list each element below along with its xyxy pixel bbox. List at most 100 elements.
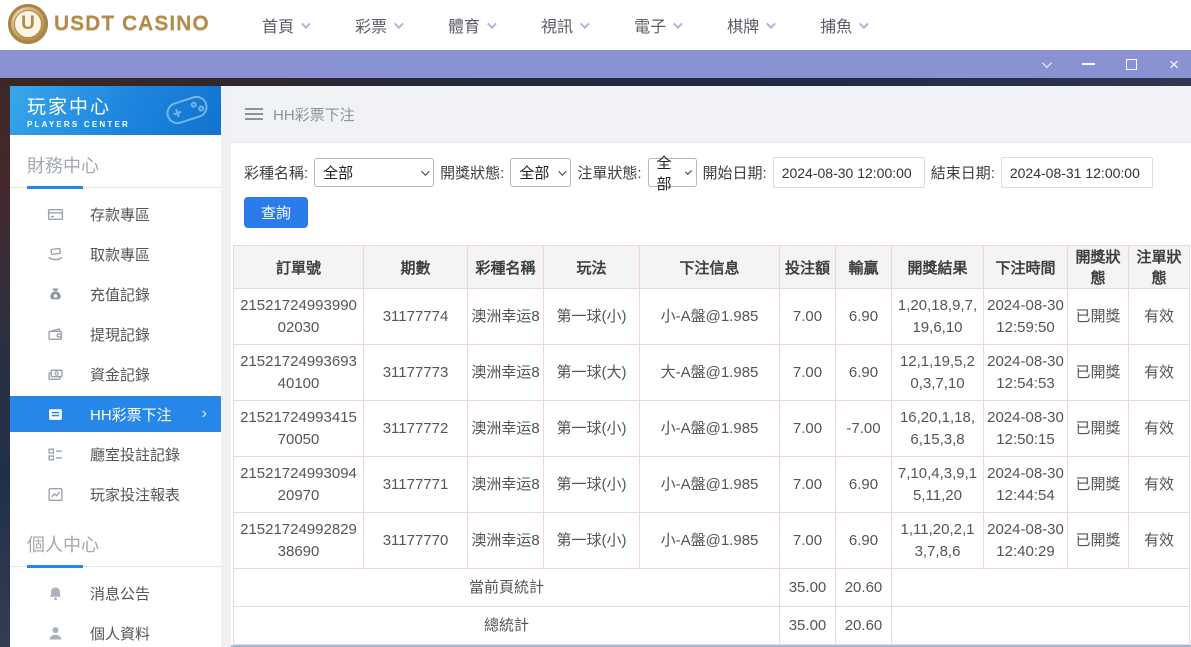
cell-winloss: 6.90 xyxy=(836,345,892,401)
lottery-name-select[interactable]: 全部 xyxy=(314,158,434,187)
nav-item-slots[interactable]: 電子 xyxy=(634,13,680,37)
cell-order-status: 有效 xyxy=(1129,345,1190,401)
cell-play-type: 第一球(小) xyxy=(544,457,640,513)
list-icon xyxy=(46,406,64,423)
cell-draw-result: 1,11,20,2,13,7,8,6 xyxy=(892,513,984,569)
cell-bet-amount: 7.00 xyxy=(780,457,836,513)
chevron-down-icon xyxy=(421,167,429,175)
logo[interactable]: U USDT CASINO xyxy=(8,4,210,44)
page-stats-row: 當前頁統計 35.00 20.60 xyxy=(234,569,1190,607)
cell-draw-status: 已開獎 xyxy=(1068,513,1129,569)
cell-order-status: 有效 xyxy=(1129,401,1190,457)
cell-period: 31177773 xyxy=(364,345,468,401)
cell-lottery-name: 澳洲幸运8 xyxy=(468,401,544,457)
col-play-type: 玩法 xyxy=(544,246,640,289)
window-close-button[interactable]: × xyxy=(1163,53,1185,75)
sidebar-item-deposit[interactable]: 存款專區 xyxy=(10,194,221,234)
query-button[interactable]: 查詢 xyxy=(244,197,308,228)
cell-bet-time: 2024-08-30 12:50:15 xyxy=(984,401,1068,457)
sidebar-item-withdrawal-records[interactable]: 提現記錄 xyxy=(10,314,221,354)
start-date-input[interactable]: 2024-08-30 12:00:00 xyxy=(773,157,925,188)
table-header-row: 訂單號 期數 彩種名稱 玩法 下注信息 投注額 輸贏 開獎結果 下注時間 開獎狀… xyxy=(234,246,1190,289)
sidebar-item-fund-records[interactable]: 資金記錄 xyxy=(10,354,221,394)
cell-bet-time: 2024-08-30 12:44:54 xyxy=(984,457,1068,513)
cell-play-type: 第一球(小) xyxy=(544,401,640,457)
col-bet-amount: 投注額 xyxy=(780,246,836,289)
sidebar-item-profile[interactable]: 個人資料 xyxy=(10,613,221,647)
background-image-strip xyxy=(0,78,1191,86)
total-stats-row: 總統計 35.00 20.60 xyxy=(234,607,1190,645)
page-stats-empty xyxy=(892,569,1190,607)
nav-item-home[interactable]: 首頁 xyxy=(262,13,308,37)
table-row: 2152172499282938690 31177770 澳洲幸运8 第一球(小… xyxy=(234,513,1190,569)
main-content: HH彩票下注 彩種名稱: 全部 開獎狀態: 全部 注單狀態: xyxy=(231,86,1191,647)
nav-label: 體育 xyxy=(448,13,480,37)
col-draw-result: 開獎結果 xyxy=(892,246,984,289)
section-divider xyxy=(10,187,221,188)
page-stats-label: 當前頁統計 xyxy=(234,569,780,607)
minimize-icon xyxy=(1082,63,1095,65)
order-status-value: 全部 xyxy=(657,152,678,194)
cell-order-status: 有效 xyxy=(1129,289,1190,345)
cell-draw-status: 已開獎 xyxy=(1068,289,1129,345)
col-winloss: 輸贏 xyxy=(836,246,892,289)
banknotes-icon xyxy=(46,366,64,383)
nav-item-video[interactable]: 視訊 xyxy=(541,13,587,37)
sidebar-item-label: 取款專區 xyxy=(90,244,150,265)
sidebar-item-messages[interactable]: 消息公告 xyxy=(10,573,221,613)
sidebar-header: 玩家中心 PLAYERS CENTER xyxy=(10,86,221,135)
sidebar-item-label: 存款專區 xyxy=(90,204,150,225)
chevron-right-icon: › xyxy=(202,405,207,423)
cell-period: 31177772 xyxy=(364,401,468,457)
cell-winloss: 6.90 xyxy=(836,289,892,345)
sidebar-item-label: 玩家投注報表 xyxy=(90,484,180,505)
col-order-id: 訂單號 xyxy=(234,246,364,289)
cell-bet-info: 小-A盤@1.985 xyxy=(640,513,780,569)
draw-status-select[interactable]: 全部 xyxy=(510,158,571,187)
cell-draw-result: 16,20,1,18,6,15,3,8 xyxy=(892,401,984,457)
nav-label: 視訊 xyxy=(541,13,573,37)
sidebar-section-finance: 財務中心 xyxy=(10,135,221,187)
nav-label: 捕魚 xyxy=(820,13,852,37)
sidebar-item-withdraw[interactable]: 取款專區 xyxy=(10,234,221,274)
sidebar-item-player-bet-report[interactable]: 玩家投注報表 xyxy=(10,474,221,514)
total-stats-winloss: 20.60 xyxy=(836,607,892,645)
cell-play-type: 第一球(大) xyxy=(544,345,640,401)
window-minimize-button[interactable] xyxy=(1077,53,1099,75)
hall-list-icon xyxy=(46,446,64,463)
menu-icon[interactable] xyxy=(245,108,263,120)
cell-order-id: 2152172499399002030 xyxy=(234,289,364,345)
chevron-down-icon xyxy=(859,19,869,29)
total-stats-empty xyxy=(892,607,1190,645)
cell-draw-status: 已開獎 xyxy=(1068,345,1129,401)
close-icon: × xyxy=(1169,56,1179,73)
nav-item-board-games[interactable]: 棋牌 xyxy=(727,13,773,37)
nav-item-fishing[interactable]: 捕魚 xyxy=(820,13,866,37)
window-maximize-button[interactable] xyxy=(1120,53,1142,75)
nav-item-sports[interactable]: 體育 xyxy=(448,13,494,37)
cell-bet-info: 小-A盤@1.985 xyxy=(640,289,780,345)
col-bet-info: 下注信息 xyxy=(640,246,780,289)
order-status-select[interactable]: 全部 xyxy=(648,158,697,187)
chevron-down-icon xyxy=(559,167,567,175)
sidebar: 玩家中心 PLAYERS CENTER 財務中心 存款專區 xyxy=(10,86,221,647)
content-panel: 彩種名稱: 全部 開獎狀態: 全部 注單狀態: 全部 開始 xyxy=(231,143,1191,647)
wallet-icon xyxy=(46,326,64,343)
sidebar-item-recharge-records[interactable]: 充值記錄 xyxy=(10,274,221,314)
window-collapse-button[interactable] xyxy=(1034,53,1056,75)
bell-icon xyxy=(46,585,64,602)
button-row: 查詢 xyxy=(231,188,1191,228)
end-date-input[interactable]: 2024-08-31 12:00:00 xyxy=(1001,157,1153,188)
lottery-name-label: 彩種名稱: xyxy=(244,162,308,183)
page-title: HH彩票下注 xyxy=(273,104,355,125)
cell-bet-time: 2024-08-30 12:59:50 xyxy=(984,289,1068,345)
gamepad-decoration-icon xyxy=(161,90,213,130)
user-icon xyxy=(46,625,64,642)
lottery-name-value: 全部 xyxy=(323,162,353,183)
logo-text: USDT CASINO xyxy=(54,12,210,36)
sidebar-item-hall-bet-records[interactable]: 廳室投註記錄 xyxy=(10,434,221,474)
nav-item-lottery[interactable]: 彩票 xyxy=(355,13,401,37)
table-row: 2152172499399002030 31177774 澳洲幸运8 第一球(小… xyxy=(234,289,1190,345)
sidebar-item-hh-lottery-bets[interactable]: HH彩票下注 › xyxy=(10,396,221,432)
cell-order-id: 2152172499282938690 xyxy=(234,513,364,569)
